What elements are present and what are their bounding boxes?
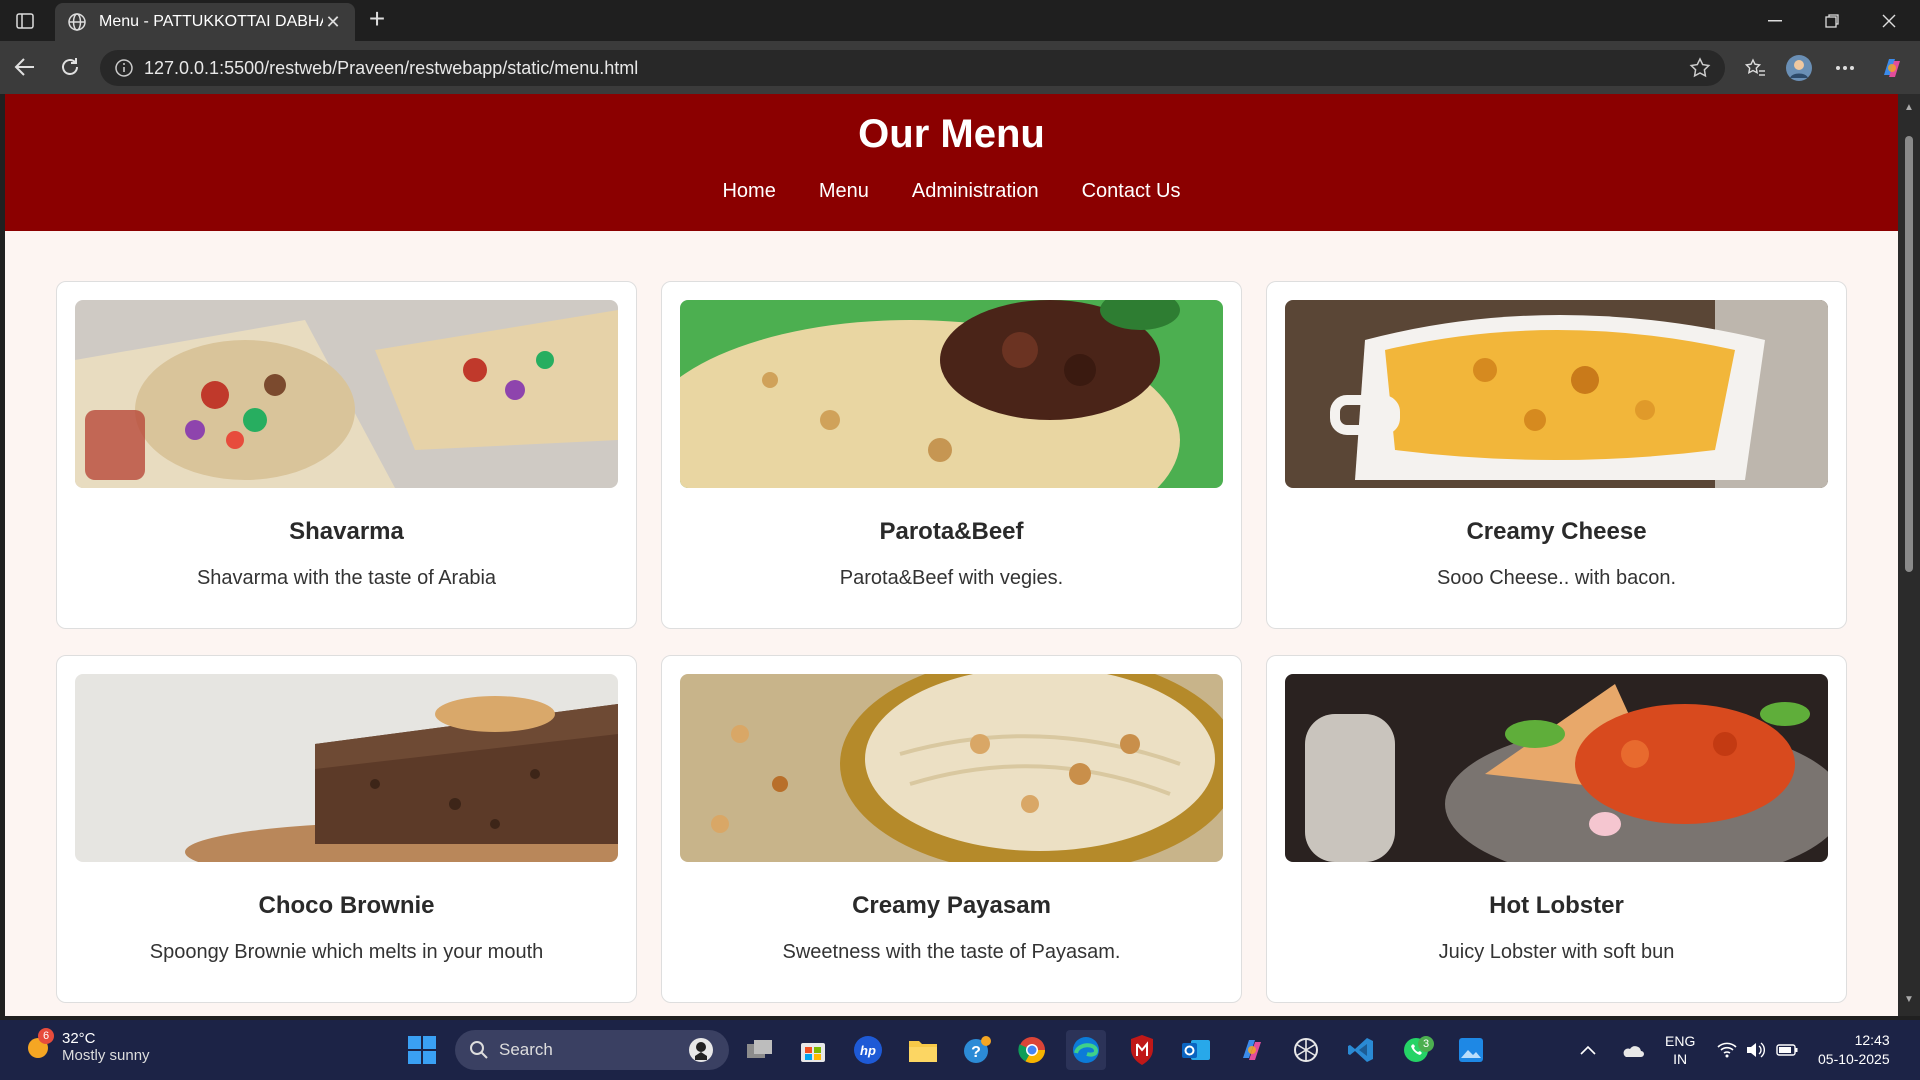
item-name: Shavarma (289, 518, 404, 545)
clock[interactable]: 12:43 05-10-2025 (1818, 1020, 1890, 1080)
menu-card: Shavarma Shavarma with the taste of Arab… (56, 281, 637, 629)
nav-home[interactable]: Home (722, 180, 775, 203)
mcafee-icon[interactable] (1122, 1030, 1162, 1070)
whatsapp-badge: 3 (1418, 1036, 1434, 1052)
menu-card: Choco Brownie Spoongy Brownie which melt… (56, 655, 637, 1003)
food-image (75, 674, 618, 862)
weather-widget[interactable]: 6 32°C Mostly sunny (24, 1028, 150, 1064)
search-icon (469, 1040, 489, 1060)
onedrive-icon[interactable] (1620, 1020, 1644, 1080)
svg-text:?: ? (971, 1044, 981, 1061)
wifi-icon[interactable] (1717, 1020, 1737, 1080)
file-explorer-icon[interactable] (903, 1030, 943, 1070)
new-tab-icon[interactable]: + (362, 4, 392, 34)
tab-actions-icon[interactable] (10, 8, 40, 34)
item-description: Shavarma with the taste of Arabia (196, 567, 497, 589)
item-name: Hot Lobster (1489, 892, 1624, 919)
globe-icon (67, 12, 87, 32)
chatgpt-icon[interactable] (1286, 1030, 1326, 1070)
search-highlight-icon (687, 1036, 715, 1064)
tab-title: Menu - PATTUKKOTTAI DABHA (99, 13, 323, 30)
food-image (680, 300, 1223, 488)
scroll-up-icon[interactable]: ▲ (1903, 102, 1915, 114)
task-view-icon[interactable] (740, 1030, 780, 1070)
start-menu-icon[interactable] (402, 1030, 442, 1070)
item-name: Choco Brownie (258, 892, 435, 919)
taskbar-search[interactable]: Search (455, 1030, 729, 1070)
profile-avatar[interactable] (1784, 53, 1814, 83)
battery-icon[interactable] (1776, 1020, 1798, 1080)
clock-time: 12:43 (1854, 1032, 1890, 1048)
menu-card: Hot Lobster Juicy Lobster with soft bun (1266, 655, 1847, 1003)
restore-icon[interactable] (1803, 0, 1860, 41)
nav-menu[interactable]: Menu (819, 180, 869, 203)
windows-taskbar: 6 32°C Mostly sunny Search hp ? 3 ENG IN… (0, 1020, 1920, 1080)
active-tab[interactable]: Menu - PATTUKKOTTAI DABHA ✕ (55, 3, 355, 41)
favorite-star-icon[interactable] (1689, 57, 1711, 79)
item-description: Juicy Lobster with soft bun (1438, 941, 1675, 963)
favorites-icon[interactable] (1740, 53, 1770, 83)
nav-administration[interactable]: Administration (912, 180, 1039, 203)
weather-icon: 6 (24, 1028, 54, 1062)
search-label: Search (499, 1040, 553, 1059)
page-viewport: Our Menu Home Menu Administration Contac… (5, 94, 1898, 1016)
copilot-icon[interactable] (1877, 53, 1907, 83)
weather-condition: Mostly sunny (62, 1047, 150, 1064)
help-icon[interactable]: ? (957, 1030, 997, 1070)
language-indicator[interactable]: ENG IN (1665, 1020, 1695, 1080)
page-title: Our Menu (858, 112, 1045, 156)
page-scrollbar[interactable]: ▲ ▼ (1898, 94, 1920, 1016)
menu-card: Parota&Beef Parota&Beef with vegies. (661, 281, 1242, 629)
site-nav: Home Menu Administration Contact Us (5, 180, 1898, 203)
more-options-icon[interactable] (1830, 53, 1860, 83)
minimize-icon[interactable] (1746, 0, 1803, 41)
nav-contact-us[interactable]: Contact Us (1082, 180, 1181, 203)
item-description: Sweetness with the taste of Payasam. (782, 941, 1121, 963)
food-image (75, 300, 618, 488)
store-icon[interactable] (793, 1030, 833, 1070)
food-image (680, 674, 1223, 862)
language-bottom: IN (1673, 1051, 1688, 1067)
url-input[interactable]: 127.0.0.1:5500/restweb/Praveen/restwebap… (100, 50, 1725, 86)
browser-tab-bar: Menu - PATTUKKOTTAI DABHA ✕ + (0, 0, 1920, 41)
item-description: Sooo Cheese.. with bacon. (1436, 567, 1677, 589)
scroll-down-icon[interactable]: ▼ (1903, 994, 1915, 1006)
show-hidden-icons[interactable] (1580, 1020, 1596, 1080)
menu-card: Creamy Cheese Sooo Cheese.. with bacon. (1266, 281, 1847, 629)
whatsapp-icon[interactable]: 3 (1396, 1030, 1436, 1070)
menu-card: Creamy Payasam Sweetness with the taste … (661, 655, 1242, 1003)
item-name: Parota&Beef (879, 518, 1024, 545)
scroll-thumb[interactable] (1905, 136, 1913, 572)
svg-text:hp: hp (860, 1043, 876, 1058)
photos-icon[interactable] (1451, 1030, 1491, 1070)
back-icon[interactable] (10, 52, 40, 82)
outlook-icon[interactable] (1176, 1030, 1216, 1070)
temperature: 32°C (62, 1030, 96, 1047)
site-header: Our Menu Home Menu Administration Contac… (5, 94, 1898, 231)
item-description: Spoongy Brownie which melts in your mout… (149, 941, 544, 963)
language-top: ENG (1665, 1033, 1696, 1049)
close-tab-icon[interactable]: ✕ (323, 12, 343, 33)
weather-badge: 6 (38, 1028, 54, 1044)
clock-date: 05-10-2025 (1818, 1051, 1890, 1067)
refresh-icon[interactable] (55, 52, 85, 82)
chrome-icon[interactable] (1012, 1030, 1052, 1070)
copilot-app-icon[interactable] (1232, 1030, 1272, 1070)
item-description: Parota&Beef with vegies. (839, 567, 1064, 589)
food-image (1285, 300, 1828, 488)
site-info-icon[interactable] (114, 58, 134, 78)
item-name: Creamy Payasam (852, 892, 1051, 919)
food-image (1285, 674, 1828, 862)
item-name: Creamy Cheese (1466, 518, 1647, 545)
close-window-icon[interactable] (1860, 0, 1917, 41)
url-text: 127.0.0.1:5500/restweb/Praveen/restwebap… (144, 57, 639, 78)
vscode-icon[interactable] (1341, 1030, 1381, 1070)
hp-icon[interactable]: hp (848, 1030, 888, 1070)
address-bar-row: 127.0.0.1:5500/restweb/Praveen/restwebap… (0, 41, 1920, 94)
volume-icon[interactable] (1746, 1020, 1766, 1080)
edge-icon[interactable] (1066, 1030, 1106, 1070)
